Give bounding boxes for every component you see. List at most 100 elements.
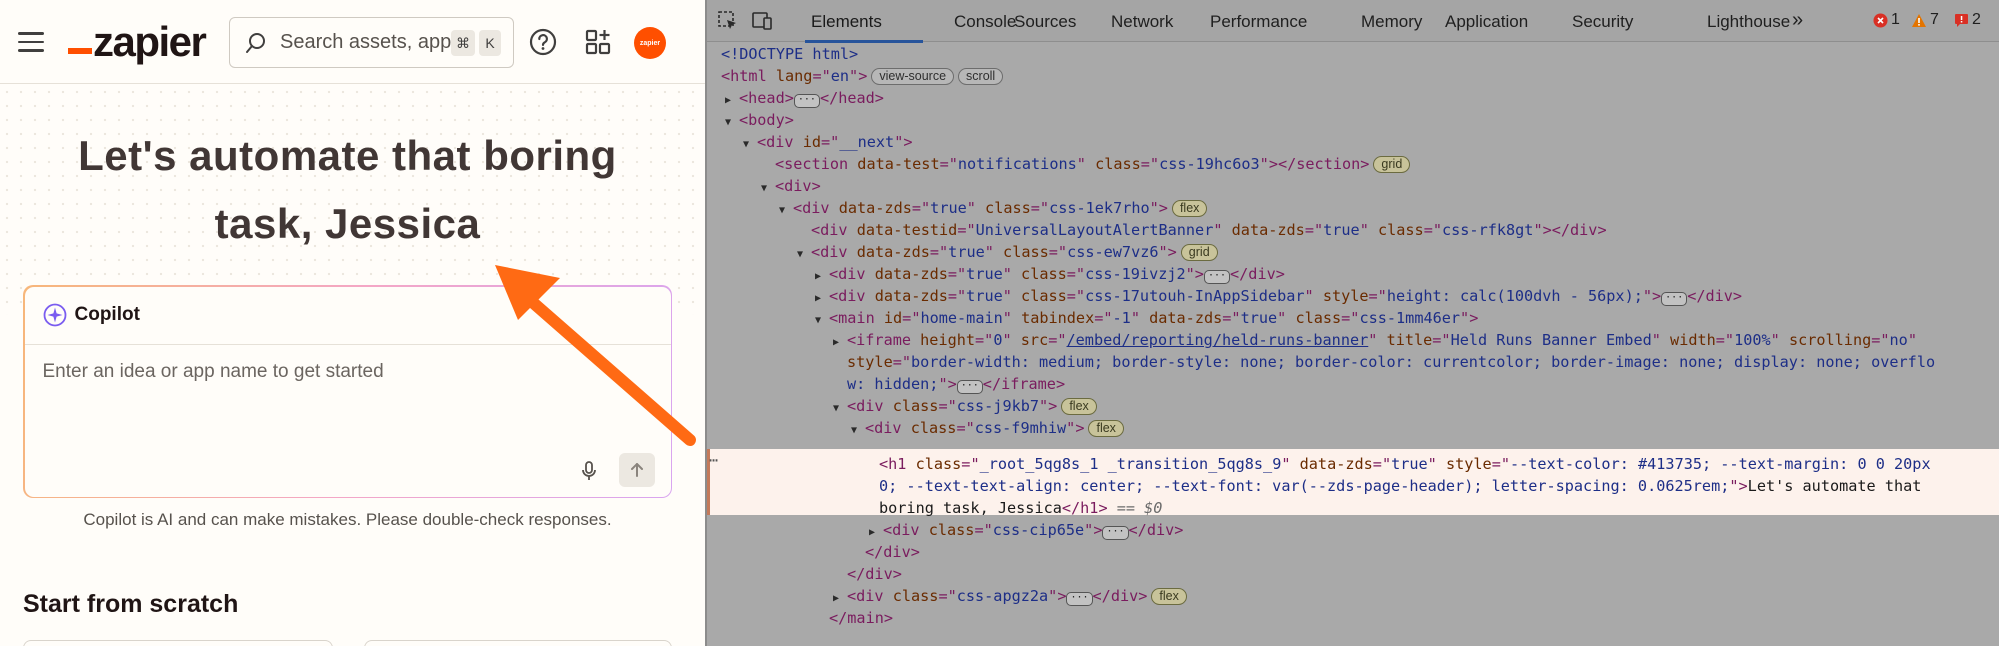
- menu-icon[interactable]: [18, 32, 44, 52]
- dom-line[interactable]: ▼ <div>: [761, 175, 821, 197]
- flex-badge[interactable]: flex: [1171, 200, 1208, 217]
- collapse-triangle-icon[interactable]: ▼: [779, 200, 793, 222]
- flex-badge[interactable]: flex: [1088, 420, 1124, 437]
- ellipsis-badge[interactable]: ···: [1066, 592, 1093, 606]
- dom-line[interactable]: ▼ <div id="__next">: [743, 131, 912, 153]
- dom-line[interactable]: ▶ <div class="css-apgz2a"> ··· </div> flex: [833, 585, 1187, 607]
- ellipsis-badge[interactable]: ···: [956, 380, 983, 394]
- attr-value: --text-color: #413735; --text-margin: 0 …: [1509, 455, 1931, 473]
- logo-underscore: [68, 48, 92, 54]
- collapse-triangle-icon[interactable]: ▼: [761, 178, 775, 200]
- tag: <div: [757, 133, 803, 151]
- tab-network[interactable]: Network: [1111, 12, 1173, 32]
- dom-line[interactable]: ▶ <head> ··· </head>: [725, 87, 884, 109]
- send-button[interactable]: [618, 452, 655, 487]
- collapse-triangle-icon[interactable]: ▼: [815, 310, 829, 332]
- attr-name: class: [1377, 221, 1424, 239]
- dom-line[interactable]: ▼ <div class="css-j9kb7"> flex: [833, 395, 1097, 417]
- attr-name: style: [847, 353, 893, 371]
- more-tabs-icon[interactable]: »: [1792, 9, 1803, 32]
- tab-application[interactable]: Application: [1445, 12, 1528, 32]
- src-link[interactable]: /embed/reporting/held-runs-banner: [1067, 331, 1369, 349]
- dom-line[interactable]: ▼ <div class="css-f9mhiw"> flex: [851, 417, 1124, 439]
- copilot-label: Copilot: [74, 304, 140, 325]
- attr-value: css-apgz2a: [956, 587, 1049, 605]
- warning-icon: [1912, 13, 1926, 27]
- dom-line[interactable]: </main>: [829, 607, 893, 629]
- collapse-triangle-icon[interactable]: ▼: [797, 244, 811, 266]
- tag: </iframe>: [982, 375, 1066, 393]
- page-title: Let's automate that boring task, Jessica: [78, 132, 617, 247]
- dom-line[interactable]: ▶ <iframe height="0" src="/embed/reportin…: [833, 329, 1917, 351]
- avatar[interactable]: zapier: [634, 27, 666, 59]
- attr-value: 0; --text-text-align: center; --text-fon…: [879, 477, 1730, 495]
- dom-line[interactable]: ▶ <div data-zds="true" class="css-17utouh…: [815, 285, 1742, 307]
- warning-count: 7: [1930, 11, 1939, 28]
- collapse-triangle-icon[interactable]: ▼: [833, 398, 847, 420]
- dom-line[interactable]: </div>: [865, 541, 920, 563]
- dom-line[interactable]: ▼ <div data-zds="true" class="css-ew7vz6"…: [797, 241, 1218, 263]
- search-box[interactable]: ⌘ K: [229, 17, 514, 68]
- warning-counter[interactable]: 7: [1911, 11, 1939, 29]
- inspect-element-icon[interactable]: [717, 10, 739, 32]
- tab-security[interactable]: Security: [1572, 12, 1633, 32]
- dom-line[interactable]: style="border-width: medium; border-styl…: [847, 351, 1935, 373]
- device-toolbar-icon[interactable]: [751, 10, 773, 32]
- attr-name: class: [985, 199, 1031, 217]
- dom-line[interactable]: ▼ <body>: [725, 109, 794, 131]
- grid-badge[interactable]: grid: [1373, 156, 1411, 173]
- ellipsis-badge[interactable]: ···: [793, 94, 820, 108]
- view-source-badge[interactable]: view-source: [871, 68, 955, 85]
- attr-name: class: [1095, 155, 1141, 173]
- selected-node-line[interactable]: 0; --text-text-align: center; --text-fon…: [879, 475, 1921, 497]
- dom-line[interactable]: w: hidden;"> ··· </iframe>: [847, 373, 1065, 395]
- help-icon[interactable]: [528, 27, 558, 57]
- attr-value: __next: [839, 133, 895, 151]
- collapse-triangle-icon[interactable]: ▼: [743, 134, 757, 156]
- node-actions-icon[interactable]: ⋯: [709, 451, 718, 469]
- collapse-triangle-icon[interactable]: ▼: [725, 112, 739, 134]
- grid-badge[interactable]: grid: [1180, 244, 1218, 261]
- dom-line[interactable]: ▶ <div data-zds="true" class="css-19ivzj2…: [815, 263, 1285, 285]
- zapier-logo[interactable]: zapier: [68, 18, 207, 65]
- flex-badge[interactable]: flex: [1061, 398, 1097, 415]
- apps-grid-icon[interactable]: [584, 27, 614, 57]
- selected-node-line[interactable]: boring task, Jessica</h1> == $0: [879, 497, 1162, 519]
- scroll-badge[interactable]: scroll: [958, 68, 1004, 85]
- ellipsis-badge[interactable]: ···: [1203, 270, 1231, 284]
- tab-console[interactable]: Console: [954, 12, 1016, 32]
- ellipsis-badge[interactable]: ···: [1661, 292, 1688, 306]
- dom-tree: ⋯ <!DOCTYPE html> <html lang="en"> view-s…: [707, 43, 1999, 646]
- tag: </head>: [819, 89, 884, 107]
- dom-line[interactable]: <html lang="en"> view-source scroll: [721, 65, 1004, 87]
- copilot-prompt-input[interactable]: [42, 360, 643, 421]
- ellipsis-badge[interactable]: ···: [1102, 526, 1129, 540]
- microphone-icon[interactable]: [577, 459, 601, 483]
- tab-elements[interactable]: Elements: [811, 12, 882, 32]
- dom-line[interactable]: ▼ <div data-zds="true" class="css-1ek7rho…: [779, 197, 1208, 222]
- tab-memory[interactable]: Memory: [1361, 12, 1422, 32]
- issues-counter[interactable]: 2: [1954, 11, 1981, 29]
- dom-line[interactable]: <div data-testid="UniversalLayoutAlertBa…: [811, 219, 1607, 241]
- tag: <html: [721, 67, 776, 85]
- dom-line[interactable]: ▼ <main id="home-main" tabindex="-1" data…: [815, 307, 1478, 329]
- search-input[interactable]: [280, 31, 470, 54]
- expand-triangle-icon[interactable]: ▶: [833, 332, 847, 354]
- attr-value: true: [1391, 455, 1428, 473]
- tab-lighthouse[interactable]: Lighthouse: [1707, 12, 1790, 32]
- scratch-card[interactable]: [364, 640, 672, 646]
- scratch-card[interactable]: [23, 640, 333, 646]
- error-counter[interactable]: 1: [1873, 11, 1900, 29]
- search-shortcut: ⌘ K: [451, 30, 501, 56]
- collapse-triangle-icon[interactable]: ▼: [851, 420, 865, 442]
- tab-performance[interactable]: Performance: [1210, 12, 1307, 32]
- dom-line[interactable]: ▶ <div class="css-cip65e"> ··· </div>: [869, 519, 1183, 541]
- tag: <h1: [879, 455, 916, 473]
- tab-sources[interactable]: Sources: [1014, 12, 1076, 32]
- dom-line[interactable]: <section data-test="notifications" class…: [775, 153, 1411, 175]
- selected-node-line[interactable]: <h1 class="_root_5qg8s_1 _transition_5qg…: [879, 453, 1931, 475]
- dom-line[interactable]: <!DOCTYPE html>: [721, 43, 858, 65]
- flex-badge[interactable]: flex: [1151, 588, 1187, 605]
- attr-name: data-zds: [1231, 221, 1305, 239]
- dom-line[interactable]: </div>: [847, 563, 902, 585]
